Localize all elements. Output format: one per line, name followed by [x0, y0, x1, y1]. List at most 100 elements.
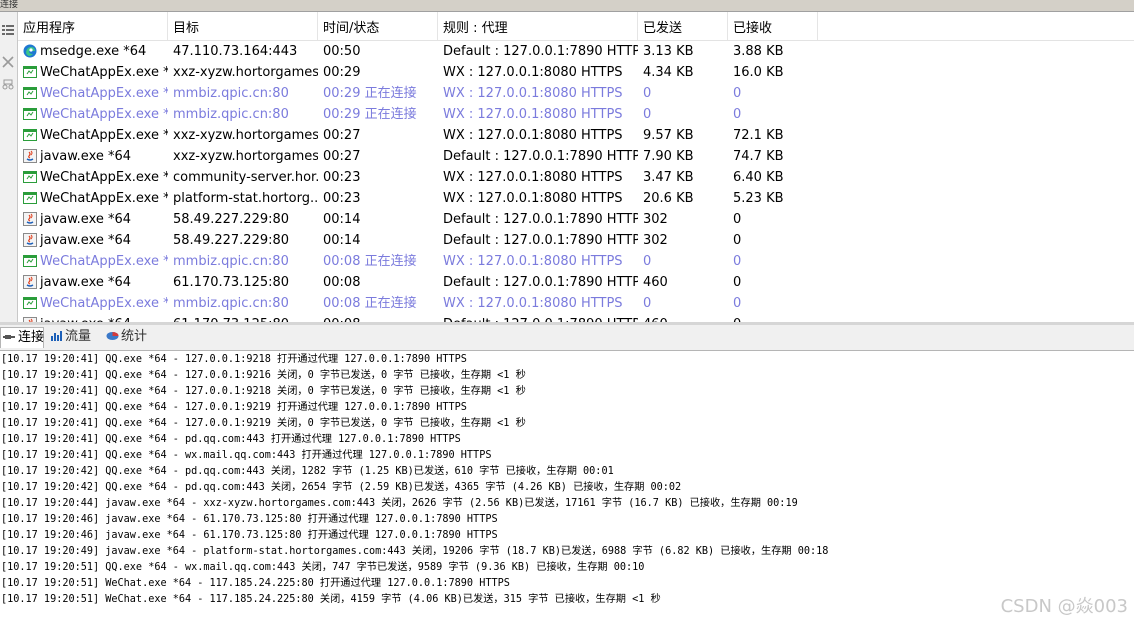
time-status-cell: 00:27: [323, 149, 361, 164]
rule-proxy-cell: Default : 127.0.0.1:7890 HTTPS: [438, 314, 638, 322]
log-line: [10.17 19:20:51] WeChat.exe *64 - 117.18…: [1, 594, 661, 605]
table-body: msedge.exe *64 47.110.73.164:443 00:50 Defa…: [18, 41, 1134, 322]
sent-cell: 0: [643, 107, 652, 122]
window-title-bar: 连接: [0, 0, 1134, 12]
log-line: [10.17 19:20:46] javaw.exe *64 - 61.170.…: [1, 530, 498, 541]
log-panel[interactable]: [10.17 19:20:41] QQ.exe *64 - 127.0.0.1:…: [0, 352, 1134, 626]
app-cell: javaw.exe *64: [18, 314, 168, 322]
table-row[interactable]: WeChatAppEx.exe *... mmbiz.qpic.cn:80 00:2…: [18, 104, 1134, 125]
sent-cell: 3.47 KB: [643, 170, 694, 185]
column-header-rule-proxy[interactable]: 规则 : 代理: [438, 12, 638, 40]
table-row[interactable]: javaw.exe *64 58.49.227.229:80 00:14 Defaul…: [18, 230, 1134, 251]
watermark: CSDN @焱003: [1000, 596, 1128, 617]
log-line: [10.17 19:20:51] WeChat.exe *64 - 117.18…: [1, 578, 510, 589]
table-row[interactable]: WeChatAppEx.exe *... mmbiz.qpic.cn:80 00:0…: [18, 293, 1134, 314]
column-header-sent[interactable]: 已发送: [638, 12, 728, 40]
tab-connections[interactable]: 连接: [0, 327, 44, 348]
time-status-cell: 00:08: [318, 314, 438, 322]
app-cell: WeChatAppEx.exe *...: [18, 167, 168, 188]
sent-cell: 0: [643, 296, 652, 311]
app-name: WeChatAppEx.exe *...: [40, 107, 168, 122]
edge-icon: [23, 44, 37, 58]
bottom-tab-bar: 连接 流量 统计: [0, 325, 1134, 351]
app-cell: javaw.exe *64: [18, 146, 168, 167]
time-status-cell: 00:29: [323, 65, 361, 80]
app-cell: WeChatAppEx.exe *...: [18, 251, 168, 272]
log-line: [10.17 19:20:41] QQ.exe *64 - 127.0.0.1:…: [1, 386, 526, 397]
wechat-app-icon: [23, 65, 37, 79]
table-row[interactable]: javaw.exe *64 xxz-xyzw.hortorgames.... 00:…: [18, 146, 1134, 167]
left-toolbar: [0, 12, 18, 322]
connections-table: 应用程序 目标 时间/状态 规则 : 代理 已发送 已接收 msedge.exe…: [18, 12, 1134, 322]
app-cell: WeChatAppEx.exe *...: [18, 104, 168, 125]
received-cell: 0: [733, 275, 742, 290]
close-connection-icon[interactable]: [1, 54, 15, 70]
received-cell: 0: [733, 233, 742, 248]
app-cell: javaw.exe *64: [18, 272, 168, 293]
target-cell: mmbiz.qpic.cn:80: [173, 296, 289, 311]
app-name: msedge.exe *64: [40, 44, 147, 59]
time-status-cell: 00:08: [323, 275, 361, 290]
tab-traffic[interactable]: 流量: [48, 327, 91, 347]
time-status-cell: 00:29 正在连接: [323, 107, 417, 122]
wechat-app-icon: [23, 170, 37, 184]
time-status-cell: 00:08 正在连接: [323, 296, 417, 311]
bar-chart-icon: [50, 329, 63, 342]
rule-proxy-cell: Default : 127.0.0.1:7890 HTTPS: [443, 149, 638, 164]
app-name: javaw.exe *64: [40, 233, 132, 248]
list-view-icon[interactable]: [1, 22, 15, 38]
target-cell: mmbiz.qpic.cn:80: [173, 86, 289, 101]
time-status-cell: 00:14: [323, 233, 361, 248]
table-row[interactable]: WeChatAppEx.exe *... mmbiz.qpic.cn:80 00:2…: [18, 83, 1134, 104]
table-row[interactable]: javaw.exe *6461.170.73.125:8000:08Defaul…: [18, 272, 1134, 293]
received-cell: 74.7 KB: [733, 149, 784, 164]
column-header-target[interactable]: 目标: [168, 12, 318, 40]
column-header-received[interactable]: 已接收: [728, 12, 818, 40]
wechat-app-icon: [23, 86, 37, 100]
log-line: [10.17 19:20:49] javaw.exe *64 - platfor…: [1, 546, 829, 557]
time-status-cell: 00:23: [323, 170, 361, 185]
table-row[interactable]: msedge.exe *64 47.110.73.164:443 00:50 Defa…: [18, 41, 1134, 62]
log-line: [10.17 19:20:41] QQ.exe *64 - 127.0.0.1:…: [1, 418, 526, 429]
log-line: [10.17 19:20:44] javaw.exe *64 - xxz-xyz…: [1, 498, 798, 509]
log-line: [10.17 19:20:42] QQ.exe *64 - pd.qq.com:…: [1, 482, 682, 493]
route-icon[interactable]: [1, 76, 15, 92]
app-cell: WeChatAppEx.exe *...: [18, 125, 168, 146]
rule-proxy-cell: WX : 127.0.0.1:8080 HTTPS: [443, 191, 623, 206]
table-row[interactable]: WeChatAppEx.exe *... xxz-xyzw.hortorgames…: [18, 125, 1134, 146]
tab-statistics[interactable]: 统计: [104, 327, 147, 347]
app-cell: msedge.exe *64: [18, 41, 168, 62]
table-row[interactable]: WeChatAppEx.exe *... community-server.hor…: [18, 167, 1134, 188]
rule-proxy-cell: WX : 127.0.0.1:8080 HTTPS: [443, 107, 623, 122]
time-status-cell: 00:29 正在连接: [323, 86, 417, 101]
sent-cell: 3.13 KB: [643, 44, 694, 59]
log-line: [10.17 19:20:46] javaw.exe *64 - 61.170.…: [1, 514, 498, 525]
rule-proxy-cell: WX : 127.0.0.1:8080 HTTPS: [443, 86, 623, 101]
pie-chart-icon: [106, 329, 119, 342]
received-cell: 0: [733, 107, 742, 122]
time-status-cell: 00:14: [323, 212, 361, 227]
rule-proxy-cell: WX : 127.0.0.1:8080 HTTPS: [443, 128, 623, 143]
plug-icon: [3, 330, 16, 343]
time-status-cell: 00:27: [323, 128, 361, 143]
rule-proxy-cell: WX : 127.0.0.1:8080 HTTPS: [443, 170, 623, 185]
received-cell: 72.1 KB: [733, 128, 784, 143]
table-row[interactable]: javaw.exe *64 58.49.227.229:80 00:14 Defaul…: [18, 209, 1134, 230]
log-line: [10.17 19:20:51] QQ.exe *64 - wx.mail.qq…: [1, 562, 645, 573]
column-header-app[interactable]: 应用程序: [18, 12, 168, 40]
target-cell: 61.170.73.125:80: [168, 314, 318, 322]
log-line: [10.17 19:20:41] QQ.exe *64 - 127.0.0.1:…: [1, 354, 467, 365]
table-row[interactable]: WeChatAppEx.exe *... platform-stat.hortor…: [18, 188, 1134, 209]
app-name: javaw.exe *64: [40, 275, 132, 290]
rule-proxy-cell: Default : 127.0.0.1:7890 HTTPS: [443, 212, 638, 227]
table-row[interactable]: javaw.exe *6461.170.73.125:8000:08Defaul…: [18, 314, 1134, 322]
table-row[interactable]: WeChatAppEx.exe *... mmbiz.qpic.cn:80 00:0…: [18, 251, 1134, 272]
log-line: [10.17 19:20:41] QQ.exe *64 - 127.0.0.1:…: [1, 370, 526, 381]
app-name: javaw.exe *64: [40, 149, 132, 164]
log-line: [10.17 19:20:41] QQ.exe *64 - 127.0.0.1:…: [1, 402, 467, 413]
table-row[interactable]: WeChatAppEx.exe *... xxz-xyzw.hortorgames…: [18, 62, 1134, 83]
app-name: WeChatAppEx.exe *...: [40, 191, 168, 206]
column-header-time-status[interactable]: 时间/状态: [318, 12, 438, 40]
rule-proxy-cell: WX : 127.0.0.1:8080 HTTPS: [443, 296, 623, 311]
window-title: 连接: [0, 0, 19, 10]
